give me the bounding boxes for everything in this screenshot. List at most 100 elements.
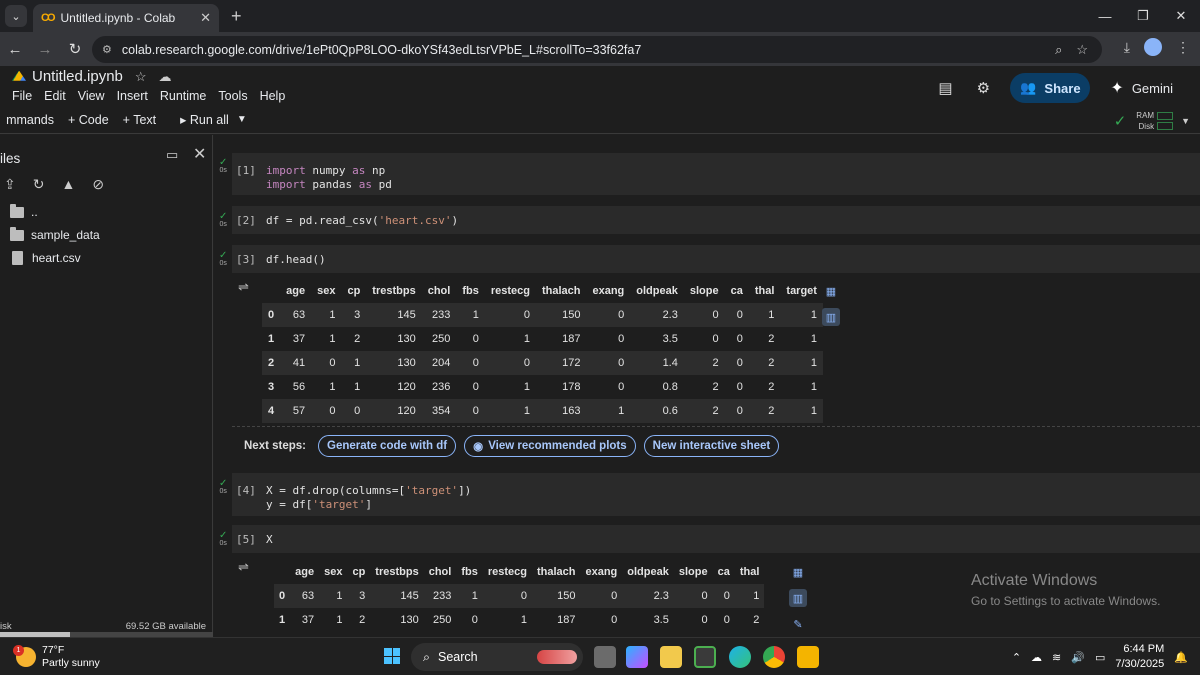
menu-tools[interactable]: Tools	[218, 89, 247, 103]
download-icon[interactable]: ⤓	[1124, 39, 1130, 56]
output-actions-icon[interactable]: ⇌	[238, 279, 249, 295]
file-item-heart-csv[interactable]: heart.csv	[10, 251, 81, 265]
menu-file[interactable]: File	[12, 89, 32, 103]
task-view-icon[interactable]	[594, 646, 616, 668]
clock[interactable]: 6:44 PM 7/30/2025	[1115, 642, 1164, 672]
address-bar[interactable]: ⚙ colab.research.google.com/drive/1ePt0Q…	[92, 36, 1102, 63]
windows-taskbar: 1 77°F Partly sunny ⌕ Search ⌃ ☁ ≋ 🔊 ▭ 6…	[0, 637, 1200, 675]
refresh-icon[interactable]: ↻	[33, 176, 45, 193]
onedrive-cloud-icon[interactable]: ☁	[1031, 651, 1042, 664]
execution-count: [2]	[236, 214, 256, 227]
code-cell[interactable]: [2] df = pd.read_csv('heart.csv')	[232, 206, 1200, 234]
colab-logo-icon: CO	[41, 12, 55, 24]
cell-code[interactable]: df.head()	[266, 253, 326, 267]
minimize-icon[interactable]: —	[1086, 0, 1124, 32]
code-cell[interactable]: [5] X	[232, 525, 1200, 553]
table-cell: 2	[712, 405, 719, 417]
copilot-icon[interactable]	[626, 646, 648, 668]
magic-wand-icon[interactable]: ✎	[789, 615, 807, 633]
volume-icon[interactable]: 🔊	[1071, 651, 1085, 664]
suggest-charts-icon[interactable]: ▥	[822, 308, 840, 326]
runtime-resources[interactable]: ✓ RAM Disk ▼	[1114, 110, 1190, 132]
add-code-button[interactable]: + Code	[68, 113, 109, 127]
chrome-icon[interactable]	[694, 646, 716, 668]
output-actions-icon[interactable]: ⇌	[238, 559, 249, 575]
mount-drive-icon[interactable]: ▲	[61, 176, 75, 193]
file-item-parent[interactable]: ..	[10, 203, 38, 219]
run-all-dropdown-icon[interactable]: ▼	[237, 114, 247, 125]
cell-code[interactable]: import numpy as np import pandas as pd	[266, 164, 392, 192]
table-cell: 2	[712, 381, 719, 393]
folder-app-icon[interactable]	[797, 646, 819, 668]
settings-gear-icon[interactable]: ⚙	[972, 77, 994, 99]
notebook-title[interactable]: Untitled.ipynb	[32, 68, 123, 85]
upload-icon[interactable]: ⇪	[4, 176, 16, 193]
taskbar-search[interactable]: ⌕ Search	[411, 643, 583, 671]
star-icon[interactable]: ☆	[135, 69, 147, 85]
new-interactive-sheet-button[interactable]: New interactive sheet	[643, 435, 780, 457]
weather-sun-icon: 1	[13, 645, 36, 667]
profile-avatar[interactable]	[1144, 38, 1162, 56]
file-explorer-icon[interactable]	[660, 646, 682, 668]
bookmark-star-icon[interactable]: ☆	[1076, 42, 1088, 58]
convert-to-table-icon[interactable]: ▦	[789, 563, 807, 581]
table-cell: 0	[520, 590, 527, 602]
close-window-icon[interactable]: ✕	[1162, 0, 1200, 32]
share-button[interactable]: 👥 Share	[1010, 73, 1091, 103]
menu-help[interactable]: Help	[260, 89, 286, 103]
view-recommended-plots-button[interactable]: ◉ View recommended plots	[464, 435, 636, 457]
add-text-button[interactable]: + Text	[123, 113, 156, 127]
cell-code[interactable]: X	[266, 533, 273, 547]
browser-tab[interactable]: CO Untitled.ipynb - Colab ✕	[33, 4, 219, 32]
table-cell: 0	[472, 381, 479, 393]
code-cell[interactable]: [4] X = df.drop(columns=['target']) y = …	[232, 473, 1200, 516]
cell-code[interactable]: X = df.drop(columns=['target']) y = df['…	[266, 484, 471, 512]
url-text[interactable]: colab.research.google.com/drive/1ePt0QpP…	[122, 43, 1055, 57]
comment-icon[interactable]: ▤	[934, 77, 956, 99]
edge-icon[interactable]	[729, 646, 751, 668]
open-in-tab-icon[interactable]: ▭	[166, 147, 178, 163]
reload-icon[interactable]: ↻	[60, 40, 90, 58]
wifi-icon[interactable]: ≋	[1052, 651, 1061, 664]
site-info-icon[interactable]: ⚙	[102, 43, 112, 56]
execution-count: [4]	[236, 484, 256, 497]
notifications-icon[interactable]: 🔔	[1174, 651, 1188, 664]
menu-edit[interactable]: Edit	[44, 89, 66, 103]
run-all-button[interactable]: ▸ Run all	[180, 112, 229, 127]
battery-icon[interactable]: ▭	[1095, 651, 1105, 664]
file-item-sample-data[interactable]: sample_data	[10, 226, 100, 242]
table-cell: 0	[736, 309, 743, 321]
suggest-charts-icon[interactable]: ▥	[789, 589, 807, 607]
cell-code[interactable]: df = pd.read_csv('heart.csv')	[266, 214, 458, 228]
table-header-row: age sex cp trestbps chol fbs restecg thalach exa…	[262, 279, 823, 303]
menu-view[interactable]: View	[78, 89, 105, 103]
browser-menu-icon[interactable]: ⋮	[1176, 39, 1190, 56]
chevron-up-icon[interactable]: ⌃	[1012, 651, 1021, 664]
chrome-profile-icon[interactable]	[763, 646, 785, 668]
back-icon[interactable]: ←	[0, 41, 30, 58]
code-cell[interactable]: [1] import numpy as np import pandas as …	[232, 153, 1200, 195]
generate-code-button[interactable]: Generate code with df	[318, 435, 457, 457]
code-cell[interactable]: [3] df.head()	[232, 245, 1200, 273]
close-sidebar-icon[interactable]: ✕	[193, 144, 206, 164]
windows-start-icon[interactable]	[384, 648, 400, 664]
menu-insert[interactable]: Insert	[117, 89, 148, 103]
weather-widget[interactable]: 1 77°F Partly sunny	[13, 644, 100, 670]
forward-icon[interactable]: →	[30, 41, 60, 58]
close-tab-icon[interactable]: ✕	[200, 10, 211, 26]
new-tab-button[interactable]: +	[231, 6, 242, 27]
table-cell: 130	[397, 357, 416, 369]
menu-runtime[interactable]: Runtime	[160, 89, 207, 103]
column-header: thalach	[536, 566, 576, 578]
row-index: 0	[279, 590, 286, 602]
convert-to-table-icon[interactable]: ▦	[822, 282, 840, 300]
row-index: 4	[268, 405, 275, 417]
cell-status: ✓ 0s	[219, 157, 228, 175]
resources-dropdown-icon[interactable]: ▼	[1181, 116, 1190, 126]
commands-button[interactable]: mmands	[0, 113, 54, 127]
zoom-icon[interactable]: ⌕	[1055, 42, 1062, 58]
tab-search-button[interactable]: ⌄	[5, 5, 27, 27]
restore-icon[interactable]: ❐	[1124, 0, 1162, 32]
hide-files-icon[interactable]: ⊘	[92, 176, 104, 193]
gemini-button[interactable]: ✦ Gemini	[1110, 78, 1173, 98]
